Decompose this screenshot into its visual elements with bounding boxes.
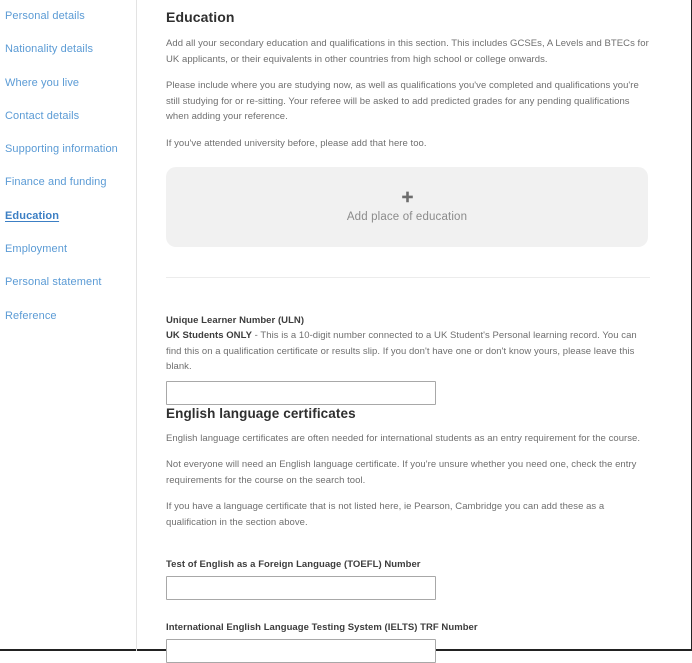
main-content: Education Add all your secondary educati… — [166, 0, 650, 663]
uln-input[interactable] — [166, 380, 436, 405]
toefl-input[interactable] — [166, 576, 436, 600]
education-intro-paragraph-3: If you've attended university before, pl… — [166, 137, 427, 149]
sidebar-item-supporting-information[interactable]: Supporting information — [5, 143, 136, 156]
english-paragraph-3: If you have a language certificate that … — [166, 501, 605, 528]
sidebar-item-finance-and-funding[interactable]: Finance and funding — [5, 176, 136, 189]
ielts-input[interactable] — [166, 639, 436, 663]
uln-helper-text: UK Students ONLY - This is a 10-digit nu… — [166, 328, 650, 375]
english-certificates-heading: English language certificates — [166, 405, 356, 421]
sidebar-item-employment[interactable]: Employment — [5, 243, 136, 256]
add-place-of-education-label: Add place of education — [346, 211, 468, 223]
section-divider — [166, 277, 650, 278]
uln-label: Unique Learner Number (ULN) — [166, 315, 305, 326]
add-place-of-education-button[interactable]: Add place of education — [166, 167, 648, 247]
sidebar-item-nationality-details[interactable]: Nationality details — [5, 43, 136, 56]
sidebar-item-personal-statement[interactable]: Personal statement — [5, 276, 136, 289]
english-paragraph-1: English language certificates are often … — [166, 432, 641, 444]
education-intro-paragraph-2: Please include where you are studying no… — [166, 80, 639, 122]
page-title: Education — [166, 9, 235, 25]
education-form-page: Personal details Nationality details Whe… — [0, 0, 692, 663]
toefl-field-block: Test of English as a Foreign Language (T… — [166, 558, 650, 600]
sidebar-item-contact-details[interactable]: Contact details — [5, 110, 136, 123]
sidebar-item-reference[interactable]: Reference — [5, 310, 136, 323]
education-intro-paragraph-1: Add all your secondary education and qua… — [166, 38, 649, 65]
uln-helper-bold: UK Students ONLY — [166, 330, 252, 341]
sidebar-item-where-you-live[interactable]: Where you live — [5, 77, 136, 90]
sidebar-item-personal-details[interactable]: Personal details — [5, 10, 136, 23]
uln-field-block: Unique Learner Number (ULN) UK Students … — [166, 314, 650, 405]
sidebar-item-education[interactable]: Education — [5, 210, 136, 223]
ielts-field-block: International English Language Testing S… — [166, 621, 650, 663]
toefl-label: Test of English as a Foreign Language (T… — [166, 559, 421, 570]
ielts-label: International English Language Testing S… — [166, 622, 478, 633]
section-navigation-sidebar: Personal details Nationality details Whe… — [0, 0, 137, 651]
plus-icon — [401, 191, 414, 207]
english-paragraph-2: Not everyone will need an English langua… — [166, 459, 637, 486]
